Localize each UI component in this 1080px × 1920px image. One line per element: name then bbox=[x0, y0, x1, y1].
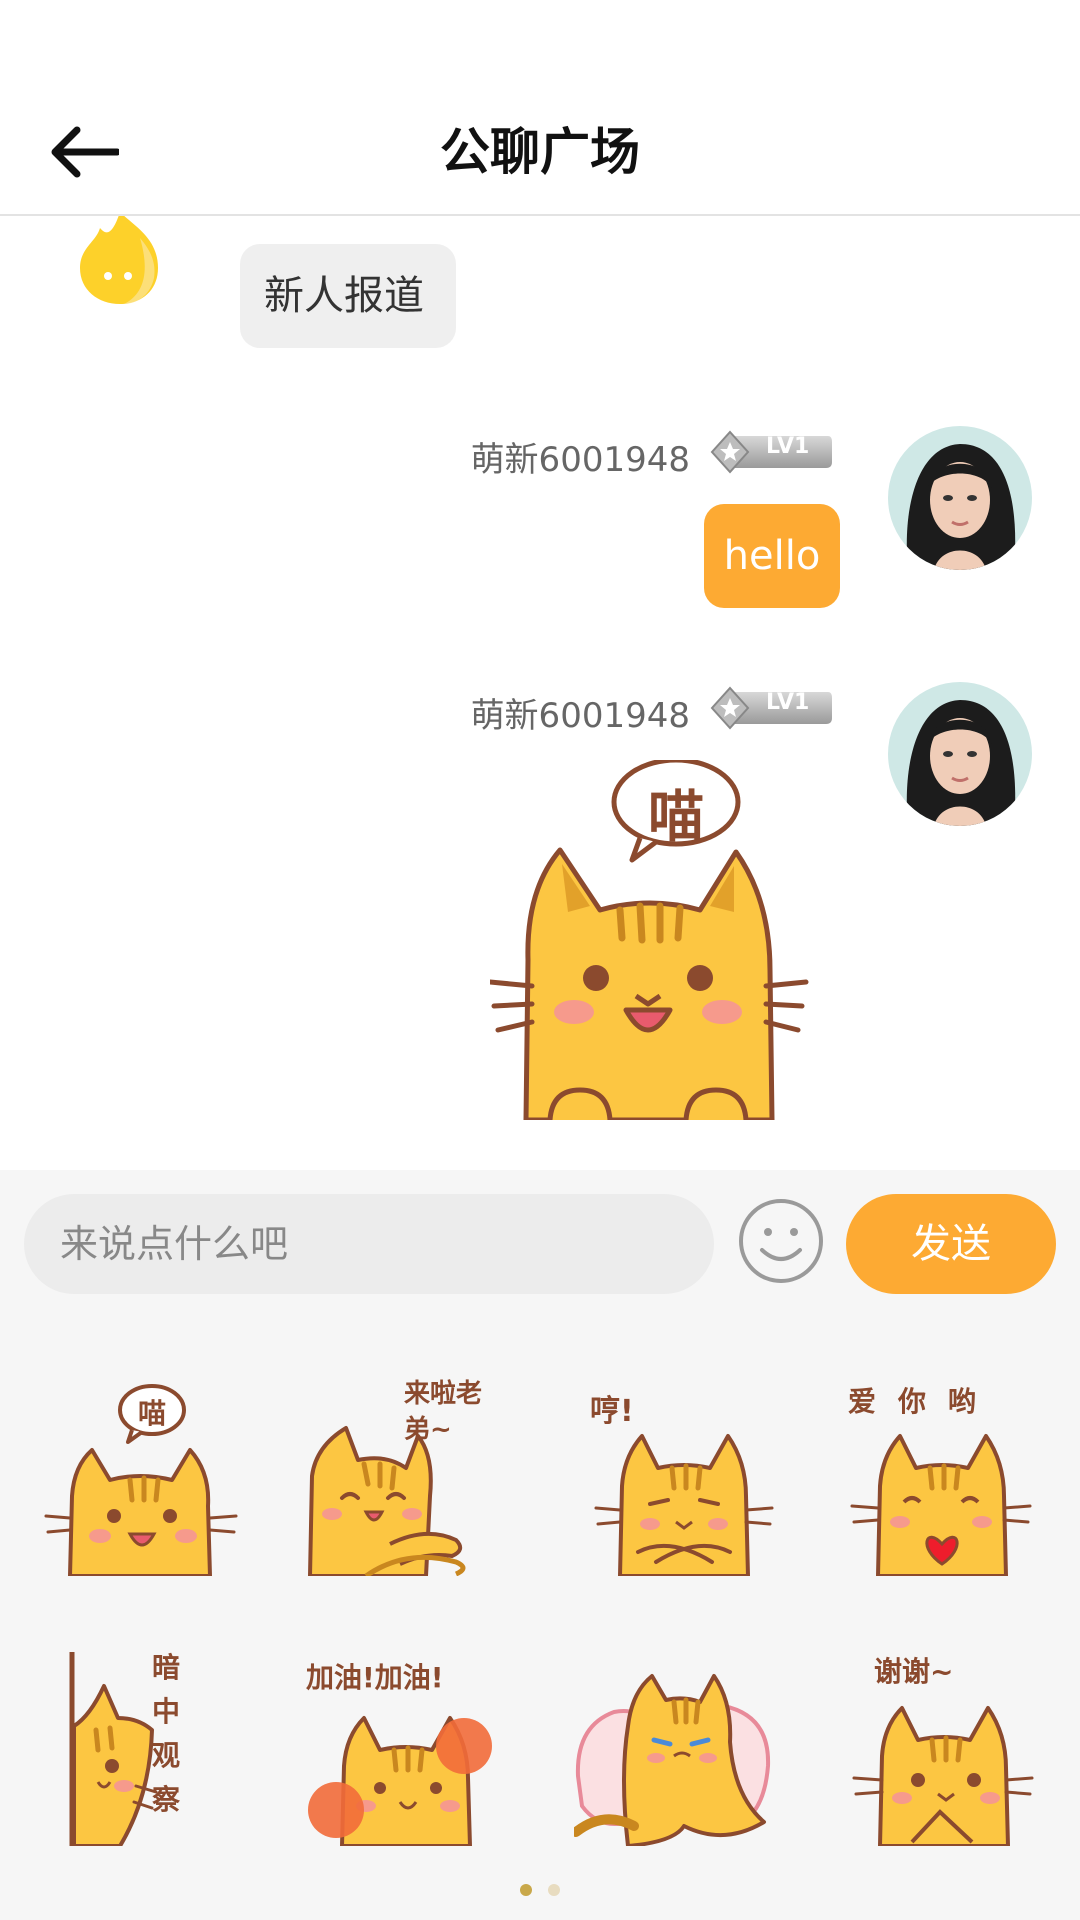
sticker-item[interactable]: 暗中观察 bbox=[40, 1646, 240, 1848]
sticker-caption: 喵 bbox=[137, 1397, 166, 1430]
sticker-item[interactable]: 来啦老弟~ bbox=[306, 1376, 506, 1579]
back-button[interactable] bbox=[38, 112, 128, 192]
sticker-item[interactable] bbox=[571, 1646, 774, 1848]
level-badge: LV1 bbox=[710, 686, 832, 730]
message-bubble[interactable]: hello bbox=[704, 504, 840, 608]
sticker-panel: 喵 来啦老弟~ 哼! 爱你哟 暗中观察 加油!加油! 谢谢~ bbox=[0, 1336, 1080, 1920]
user-photo-icon bbox=[888, 682, 1032, 826]
page-dot[interactable] bbox=[548, 1884, 560, 1896]
sticker-caption: 来啦老弟~ bbox=[404, 1379, 483, 1445]
send-button[interactable]: 发送 bbox=[846, 1194, 1056, 1294]
status-bar bbox=[0, 0, 1080, 90]
sticker-caption: 暗中观察 bbox=[152, 1651, 181, 1816]
back-arrow-icon bbox=[51, 126, 119, 178]
sticker-caption: 加油!加油! bbox=[306, 1661, 444, 1694]
sticker-item[interactable]: 爱你哟 bbox=[840, 1376, 1040, 1578]
message-item: 萌新6001948 LV1 bbox=[0, 682, 1080, 1170]
emoji-icon[interactable] bbox=[736, 1196, 826, 1286]
page-indicator bbox=[0, 1884, 1080, 1904]
avatar[interactable] bbox=[888, 682, 1032, 826]
cat-peek-sticker-icon bbox=[69, 1652, 158, 1848]
sticker-caption: 爱你哟 bbox=[848, 1385, 999, 1418]
username: 萌新6001948 bbox=[470, 696, 690, 736]
message-bubble[interactable]: 新人报道 bbox=[240, 244, 456, 348]
message-item: 新人报道 bbox=[0, 216, 1080, 356]
message-item: 萌新6001948 LV1 bbox=[0, 426, 1080, 626]
header: 公聊广场 bbox=[0, 90, 1080, 216]
sticker-item[interactable]: 谢谢~ bbox=[840, 1646, 1040, 1848]
avatar[interactable] bbox=[888, 426, 1032, 570]
input-bar: 发送 bbox=[0, 1170, 1080, 1336]
page-dot-active[interactable] bbox=[520, 1884, 532, 1896]
page-title: 公聊广场 bbox=[440, 123, 640, 181]
sticker-item[interactable]: 喵 bbox=[40, 1376, 240, 1578]
sticker-caption: 喵 bbox=[648, 785, 704, 850]
flame-avatar-icon[interactable] bbox=[70, 216, 170, 308]
sticker-item[interactable]: 加油!加油! bbox=[306, 1646, 506, 1848]
level-badge: LV1 bbox=[710, 430, 832, 474]
chat-list[interactable]: 新人报道 萌新6001948 LV1 hello 萌新6001948 LV1 喵 bbox=[0, 216, 1080, 1170]
user-photo-icon bbox=[888, 426, 1032, 570]
sticker-caption: 谢谢~ bbox=[874, 1655, 954, 1688]
username: 萌新6001948 bbox=[470, 440, 690, 480]
sticker-item[interactable]: 哼! bbox=[580, 1376, 780, 1578]
sticker-message[interactable]: 喵 bbox=[487, 757, 810, 1123]
sticker-caption: 哼! bbox=[590, 1394, 634, 1429]
level-label: LV1 bbox=[766, 690, 810, 715]
message-input[interactable] bbox=[24, 1194, 714, 1294]
cat-cry-sticker-icon bbox=[571, 1674, 771, 1848]
level-label: LV1 bbox=[766, 434, 810, 459]
